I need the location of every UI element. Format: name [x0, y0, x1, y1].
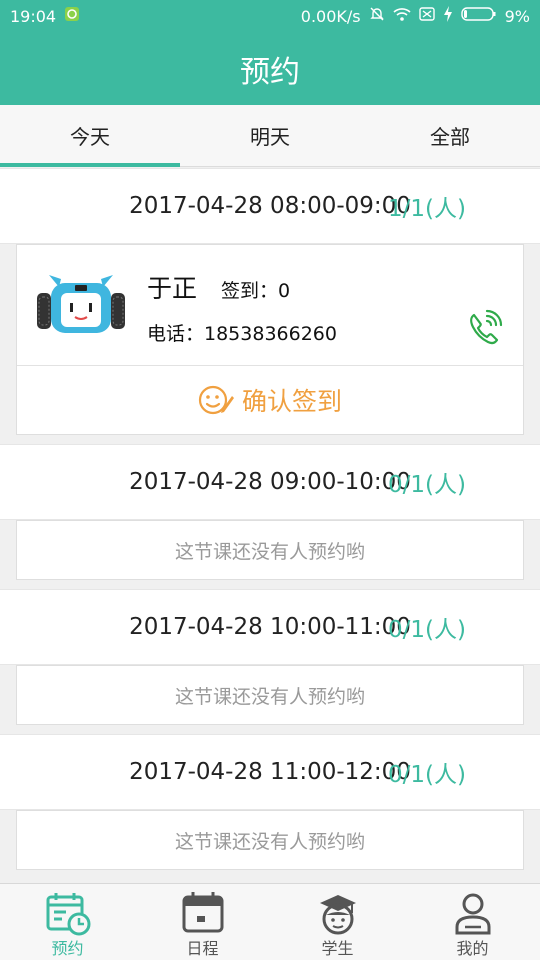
mute-bell-icon [369, 6, 385, 26]
nav-item-schedule[interactable]: 日程 [135, 884, 270, 960]
slot-time: 2017-04-28 08:00-09:00 [129, 193, 411, 219]
battery-level: 9% [504, 6, 530, 26]
slot-time: 2017-04-28 11:00-12:00 [129, 759, 411, 785]
wifi-icon [393, 6, 411, 26]
slot-header: 2017-04-28 08:00-09:00 1/1(人) [0, 168, 540, 244]
tab-all[interactable]: 全部 [360, 105, 540, 166]
status-time: 19:04 [10, 6, 57, 26]
tab-today[interactable]: 今天 [0, 105, 180, 167]
slot-count: 0/1(人) [388, 762, 466, 788]
notification-app-icon [64, 6, 80, 26]
bottom-nav: 预约 日程 学生 我的 [0, 883, 540, 960]
battery-icon [460, 6, 497, 26]
slot-header: 2017-04-28 10:00-11:00 0/1(人) [0, 589, 540, 665]
booking-list[interactable]: 2017-04-28 08:00-09:00 1/1(人) 于正 签到：0 电话… [0, 168, 540, 883]
slot-header: 2017-04-28 11:00-12:00 0/1(人) [0, 734, 540, 810]
empty-slot-message: 这节课还没有人预约哟 [16, 520, 524, 580]
page-title: 预约 [240, 54, 300, 90]
slot-count: 0/1(人) [388, 617, 466, 643]
app-bar: 预约 [0, 32, 540, 105]
calendar-icon [182, 892, 223, 933]
tab-tomorrow[interactable]: 明天 [180, 105, 360, 166]
person-icon [455, 893, 490, 935]
nav-item-mine[interactable]: 我的 [405, 884, 540, 960]
empty-slot-message: 这节课还没有人预约哟 [16, 810, 524, 870]
tab-bar: 今天 明天 全部 [0, 105, 540, 167]
slot-time: 2017-04-28 10:00-11:00 [129, 614, 411, 640]
checkin-count: 签到：0 [221, 280, 291, 302]
nav-item-booking[interactable]: 预约 [0, 884, 135, 960]
student-icon [319, 895, 356, 935]
slot-count: 1/1(人) [388, 196, 466, 222]
phone-call-icon[interactable] [465, 307, 505, 347]
slot-header: 2017-04-28 09:00-10:00 0/1(人) [0, 444, 540, 520]
smile-sign-icon [198, 385, 234, 415]
status-bar: 19:04 0.00K/s 9% [0, 0, 540, 32]
nav-item-students[interactable]: 学生 [270, 884, 405, 960]
slot-time: 2017-04-28 09:00-10:00 [129, 469, 411, 495]
robot-avatar [37, 275, 125, 333]
calendar-clock-icon [46, 893, 90, 936]
confirm-checkin-button[interactable]: 确认签到 [17, 366, 523, 434]
phone-number: 电话：18538366260 [147, 323, 337, 345]
student-name: 于正 [147, 274, 198, 303]
confirm-checkin-label: 确认签到 [241, 387, 342, 416]
empty-slot-message: 这节课还没有人预约哟 [16, 665, 524, 725]
sim-off-icon [418, 6, 435, 26]
network-speed: 0.00K/s [300, 6, 361, 26]
charging-icon [443, 6, 453, 26]
booking-card: 于正 签到：0 电话：18538366260 确认签到 [16, 244, 524, 435]
slot-count: 0/1(人) [388, 472, 466, 498]
